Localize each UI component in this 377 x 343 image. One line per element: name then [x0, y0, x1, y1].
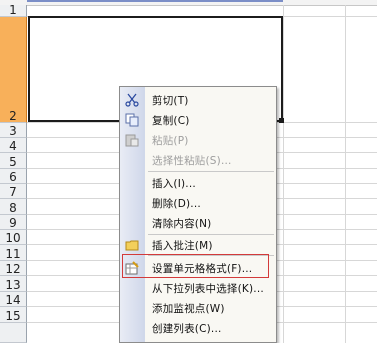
gridline	[345, 5, 346, 343]
selected-columns-indicator	[27, 0, 283, 2]
row-header-7[interactable]: 7	[0, 184, 27, 199]
row-header-1[interactable]: 1	[0, 4, 27, 17]
menu-item-label: 清除内容(N)	[152, 217, 212, 230]
paste-icon	[124, 132, 140, 148]
row-header-11[interactable]: 11	[0, 245, 27, 261]
menu-item-label: 从下拉列表中选择(K)...	[152, 282, 264, 295]
menu-item-label: 添加监视点(W)	[152, 302, 225, 315]
gridline	[283, 5, 284, 343]
menu-item-label: 复制(C)	[152, 114, 190, 127]
menu-item-add-watch[interactable]: 添加监视点(W)	[120, 298, 276, 318]
menu-item-delete[interactable]: 删除(D)...	[120, 193, 276, 213]
row-header-13[interactable]: 13	[0, 276, 27, 292]
menu-item-clear-contents[interactable]: 清除内容(N)	[120, 213, 276, 233]
menu-item-paste[interactable]: 粘贴(P)	[120, 130, 276, 150]
menu-item-create-list[interactable]: 创建列表(C)...	[120, 318, 276, 338]
row-header-6[interactable]: 6	[0, 169, 27, 184]
row-header-9[interactable]: 9	[0, 215, 27, 230]
menu-item-insert[interactable]: 插入(I)...	[120, 173, 276, 193]
row-header-15[interactable]: 15	[0, 307, 27, 323]
menu-item-insert-comment[interactable]: 插入批注(M)	[120, 235, 276, 255]
row-header-14[interactable]: 14	[0, 292, 27, 307]
menu-item-label: 创建列表(C)...	[152, 322, 222, 335]
menu-item-label: 剪切(T)	[152, 94, 189, 107]
row-header-4[interactable]: 4	[0, 138, 27, 153]
row-header-3[interactable]: 3	[0, 123, 27, 138]
menu-item-paste-special[interactable]: 选择性粘贴(S)...	[120, 150, 276, 170]
folder-comment-icon	[124, 237, 140, 253]
menu-separator	[148, 171, 274, 172]
spreadsheet: 1 2 3 4 5 6 7 8 9 10 11 12 13 14 15 剪切(T…	[0, 0, 377, 343]
row-header-12[interactable]: 12	[0, 261, 27, 276]
scissors-icon	[124, 92, 140, 108]
row-header-10[interactable]: 10	[0, 230, 27, 245]
context-menu: 剪切(T) 复制(C) 粘贴(P) 选择性粘贴(S)... 插入(I)... 删…	[119, 86, 277, 343]
highlight-box	[122, 254, 269, 278]
menu-item-label: 插入批注(M)	[152, 239, 213, 252]
row-header-5[interactable]: 5	[0, 153, 27, 169]
row-header-2[interactable]: 2	[0, 17, 27, 123]
menu-item-label: 删除(D)...	[152, 197, 201, 210]
menu-item-cut[interactable]: 剪切(T)	[120, 90, 276, 110]
menu-item-copy[interactable]: 复制(C)	[120, 110, 276, 130]
menu-item-label: 粘贴(P)	[152, 134, 189, 147]
copy-icon	[124, 112, 140, 128]
menu-item-pick-from-list[interactable]: 从下拉列表中选择(K)...	[120, 278, 276, 298]
row-header-16[interactable]	[0, 323, 27, 343]
row-header-8[interactable]: 8	[0, 199, 27, 215]
menu-item-label: 插入(I)...	[152, 177, 196, 190]
menu-item-label: 选择性粘贴(S)...	[152, 154, 232, 167]
fill-handle[interactable]	[279, 118, 284, 123]
